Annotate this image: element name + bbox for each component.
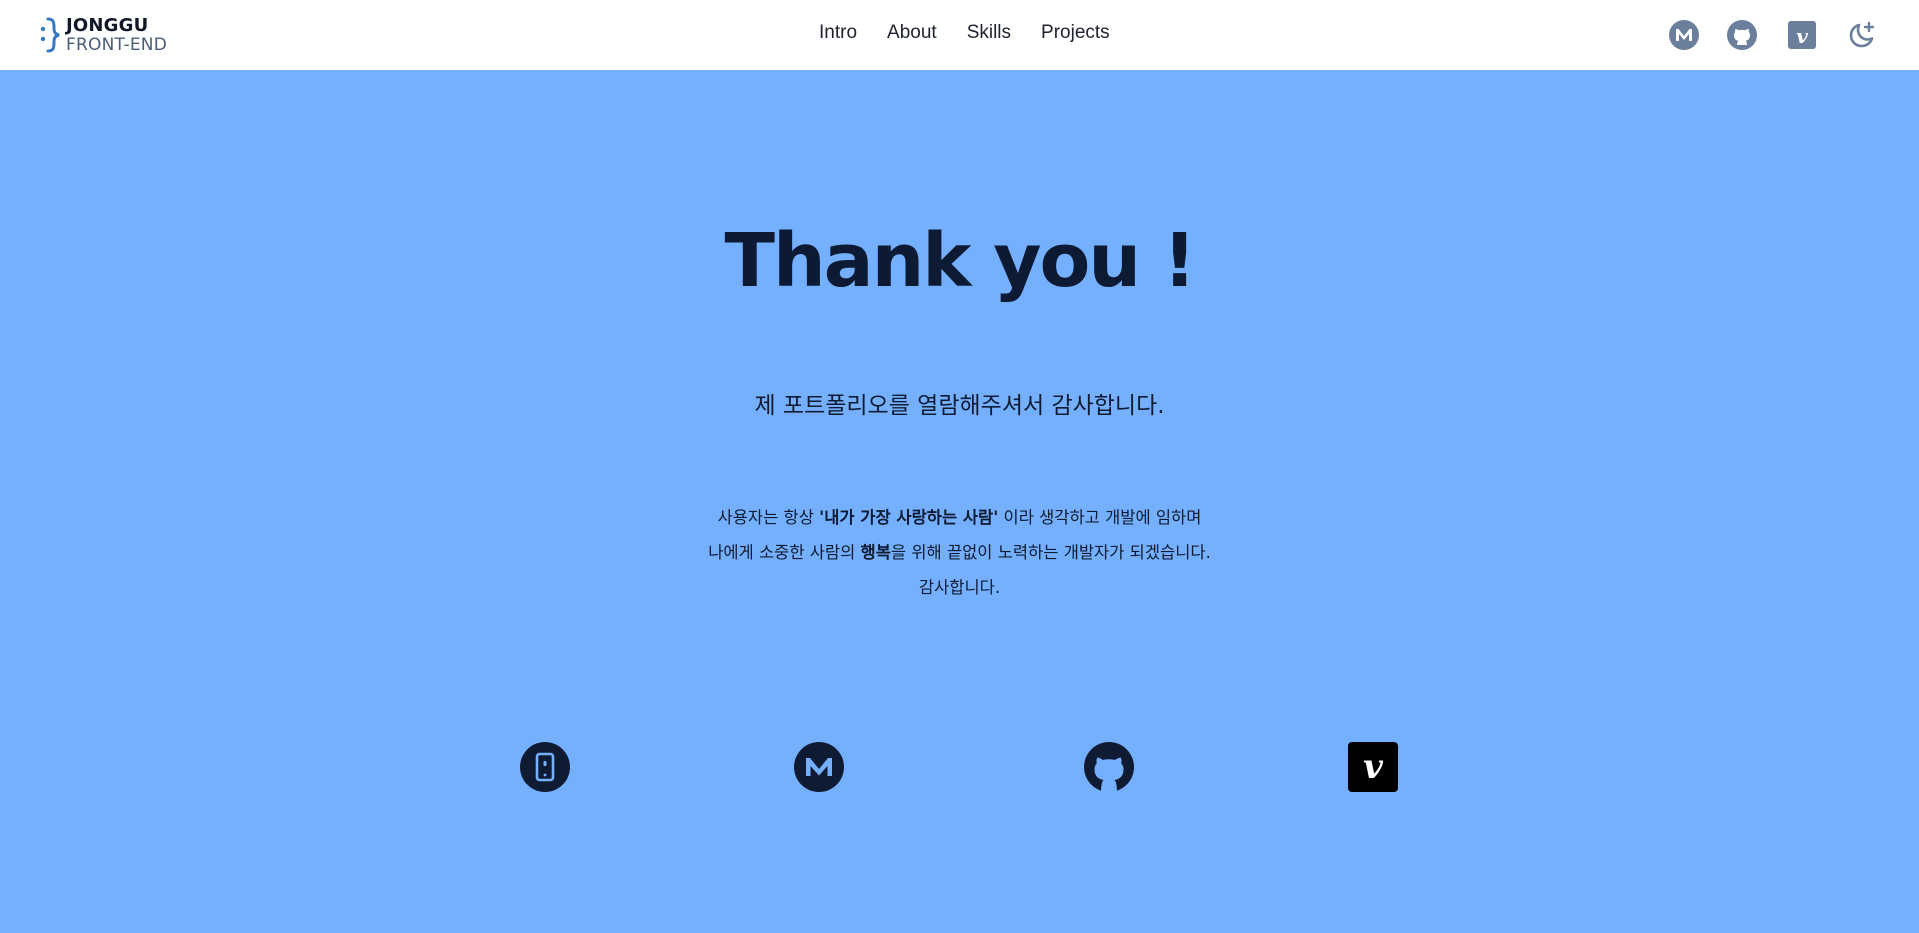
closing-message: 사용자는 항상 '내가 가장 사랑하는 사람' 이라 생각하고 개발에 임하며 … bbox=[0, 500, 1919, 605]
svg-text:v: v bbox=[1796, 24, 1808, 48]
logo-brace-icon bbox=[40, 17, 60, 53]
message-line-3: 감사합니다. bbox=[918, 578, 1001, 597]
site-header: JONGGU FRONT-END Intro About Skills Proj… bbox=[0, 0, 1919, 70]
nav-intro[interactable]: Intro bbox=[819, 22, 857, 44]
message-line-2: 나에게 소중한 사람의 행복을 위해 끝없이 노력하는 개발자가 되겠습니다. bbox=[708, 543, 1211, 562]
main-nav: Intro About Skills Projects bbox=[819, 22, 1110, 44]
vimeo-icon[interactable]: v bbox=[1786, 19, 1818, 51]
medium-icon[interactable] bbox=[1668, 19, 1700, 51]
dark-mode-moon-icon[interactable] bbox=[1845, 19, 1877, 51]
phone-icon[interactable] bbox=[519, 741, 571, 793]
svg-text:v: v bbox=[1363, 747, 1384, 787]
github-icon[interactable] bbox=[1726, 19, 1758, 51]
nav-about[interactable]: About bbox=[887, 22, 937, 44]
logo[interactable]: JONGGU FRONT-END bbox=[38, 15, 188, 55]
nav-skills[interactable]: Skills bbox=[967, 22, 1011, 44]
page-title: Thank you ! bbox=[724, 218, 1196, 304]
medium-contact-icon[interactable] bbox=[793, 741, 845, 793]
vimeo-contact-icon[interactable]: v bbox=[1347, 741, 1399, 793]
github-contact-icon[interactable] bbox=[1083, 741, 1135, 793]
logo-subtitle: FRONT-END bbox=[66, 34, 167, 55]
page-subtitle: 제 포트폴리오를 열람해주셔서 감사합니다. bbox=[754, 393, 1165, 419]
nav-projects[interactable]: Projects bbox=[1041, 22, 1110, 44]
logo-name: JONGGU bbox=[66, 14, 149, 36]
message-line-1: 사용자는 항상 '내가 가장 사랑하는 사람' 이라 생각하고 개발에 임하며 bbox=[717, 508, 1202, 527]
